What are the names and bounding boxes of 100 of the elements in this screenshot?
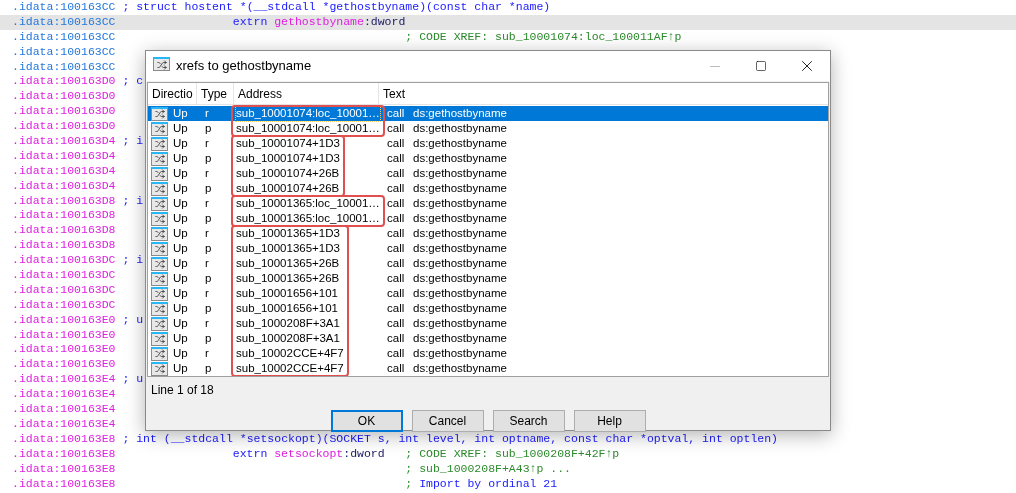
xref-icon	[151, 211, 168, 226]
type-cell-text: p	[205, 330, 212, 346]
xref-icon	[151, 241, 168, 256]
line-address: .idata:100163E8	[12, 461, 117, 477]
xref-icon	[151, 301, 168, 316]
operand-cell-text: ds:gethostbyname	[413, 360, 507, 376]
direction-cell-text: Up	[173, 210, 189, 226]
type-cell-text: r	[205, 195, 209, 211]
type-cell-text: r	[205, 135, 209, 151]
type-cell-text: r	[205, 345, 209, 361]
operand-cell-text: ds:gethostbyname	[413, 195, 507, 211]
comment-text: CODE XREF: sub_1000208F+42F↑p	[419, 446, 620, 462]
type-cell-text: p	[205, 120, 212, 136]
address-cell: sub_10001365:loc_10001…	[236, 196, 380, 211]
operand-cell-text: ds:gethostbyname	[413, 345, 507, 361]
type-cell-text: p	[205, 270, 212, 286]
declaration-comment: ; i	[122, 193, 144, 209]
type-cell-text: r	[205, 255, 209, 271]
direction-cell-text: Up	[173, 270, 189, 286]
maximize-icon	[755, 60, 767, 72]
operand-cell-text: ds:gethostbyname	[413, 180, 507, 196]
xref-icon	[151, 226, 168, 241]
operation-cell-text: call	[387, 180, 406, 196]
direction-cell-text: Up	[173, 120, 189, 136]
type-cell-text: p	[205, 180, 212, 196]
window-title: xrefs to gethostbyname	[176, 57, 312, 76]
xref-icon	[151, 286, 168, 301]
line-address: .idata:100163DC	[12, 282, 117, 298]
direction-cell-text: Up	[173, 255, 189, 271]
column-header[interactable]: Text	[379, 83, 828, 104]
operation-cell-text: call	[387, 300, 406, 316]
xref-icon	[151, 346, 168, 361]
address-cell: sub_10001074+26B	[236, 166, 340, 181]
direction-cell-text: Up	[173, 285, 189, 301]
operand-cell-text: ds:gethostbyname	[413, 165, 507, 181]
declaration-comment: ; i	[122, 134, 144, 149]
operation-cell-text: call	[387, 240, 406, 256]
extrn-keyword: extrn	[232, 14, 268, 30]
line-address: .idata:100163D8	[12, 238, 117, 254]
operation-cell-text: call	[387, 225, 406, 241]
line-address: .idata:100163E0	[12, 342, 117, 358]
column-header[interactable]: Address	[234, 83, 379, 104]
declaration-comment: ; u	[122, 372, 144, 388]
operation-cell-text: call	[387, 195, 406, 211]
dialog-button[interactable]: Search	[492, 410, 565, 432]
line-address: .idata:100163CC	[12, 44, 117, 60]
address-cell-text: sub_10001365+26B	[236, 271, 341, 286]
direction-cell-text: Up	[173, 165, 189, 181]
type-cell-text: p	[205, 210, 212, 226]
operand-cell-text: ds:gethostbyname	[413, 150, 507, 166]
operation-cell-text: call	[387, 285, 406, 301]
type-suffix: :dword	[363, 14, 406, 30]
column-header[interactable]: Type	[197, 83, 234, 104]
operation-cell-text: call	[387, 315, 406, 331]
xref-icon	[151, 151, 168, 166]
address-cell-text: sub_10001365+1D3	[236, 241, 341, 256]
line-address: .idata:100163E8	[12, 446, 117, 462]
direction-cell-text: Up	[173, 360, 189, 376]
line-address: .idata:100163E4	[12, 402, 117, 417]
direction-cell-text: Up	[173, 315, 189, 331]
xref-icon	[151, 136, 168, 151]
operation-cell-text: call	[387, 270, 406, 286]
line-address: .idata:100163DC	[12, 253, 117, 269]
line-address: .idata:100163D0	[12, 74, 117, 90]
operand-cell-text: ds:gethostbyname	[413, 270, 507, 286]
operation-cell-text: call	[387, 360, 406, 376]
dialog-button[interactable]: OK	[330, 410, 403, 432]
address-cell: sub_10001074+1D3	[236, 151, 340, 166]
address-cell-text: sub_1000208F+3A1	[236, 316, 341, 331]
line-address: .idata:100163E0	[12, 327, 117, 343]
direction-cell-text: Up	[173, 225, 189, 241]
xref-icon	[151, 166, 168, 181]
comment-marker: ;	[405, 446, 413, 462]
line-address: .idata:100163D0	[12, 104, 117, 120]
operand-cell-text: ds:gethostbyname	[413, 120, 507, 136]
type-suffix: :dword	[343, 446, 385, 462]
dialog-button[interactable]: Help	[573, 410, 646, 432]
line-address: .idata:100163DC	[12, 268, 117, 283]
operand-cell-text: ds:gethostbyname	[413, 225, 507, 241]
dialog-button[interactable]: Cancel	[411, 410, 484, 432]
line-address: .idata:100163E0	[12, 357, 117, 373]
direction-cell-text: Up	[173, 135, 189, 151]
type-cell-text: p	[205, 240, 212, 256]
operand-cell-text: ds:gethostbyname	[413, 285, 507, 301]
operation-cell-text: call	[387, 150, 406, 166]
line-address: .idata:100163E0	[12, 312, 117, 328]
operand-cell-text: ds:gethostbyname	[413, 240, 507, 256]
type-cell-text: r	[205, 225, 209, 241]
comment-text: Import by ordinal 21	[419, 476, 558, 492]
comment-marker: ;	[405, 29, 413, 45]
operation-cell-text: call	[387, 105, 406, 121]
line-address: .idata:100163D4	[12, 163, 117, 179]
direction-cell-text: Up	[173, 105, 189, 121]
direction-cell-text: Up	[173, 330, 189, 346]
operation-cell-text: call	[387, 120, 406, 136]
address-cell-text: sub_10001365+1D3	[236, 226, 341, 241]
line-address: .idata:100163E4	[12, 372, 117, 388]
column-header[interactable]: Directio	[148, 83, 197, 104]
type-cell-text: p	[205, 300, 212, 316]
line-address: .idata:100163D4	[12, 148, 117, 164]
